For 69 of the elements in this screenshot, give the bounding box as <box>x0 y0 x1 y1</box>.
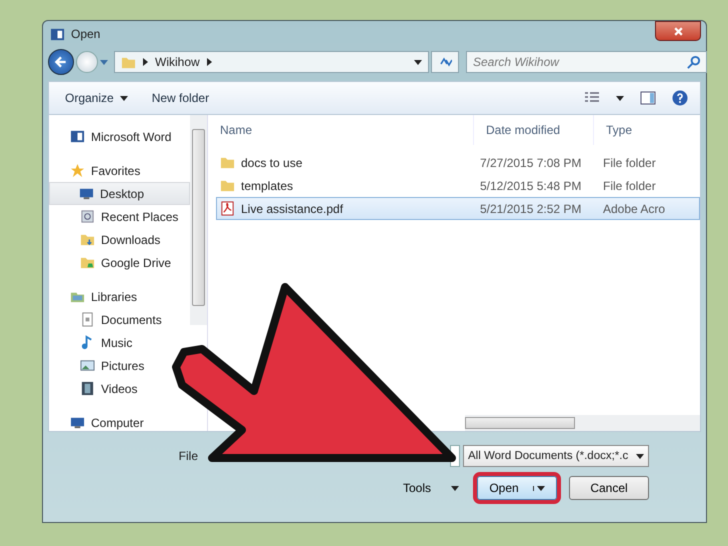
document-icon <box>50 26 65 42</box>
chevron-icon <box>206 58 212 66</box>
file-row[interactable]: Live assistance.pdf 5/21/2015 2:52 PM Adobe Acro <box>216 197 700 220</box>
search-field[interactable]: Search Wikihow <box>466 51 707 73</box>
file-row[interactable]: docs to use 7/27/2015 7:08 PM File folder <box>216 151 700 174</box>
date-cell-text: 7/27/2015 7:08 PM <box>479 156 582 170</box>
column-header[interactable]: Type <box>593 115 700 145</box>
folder-icon <box>80 232 95 247</box>
monitor-icon <box>70 415 85 430</box>
folder-icon <box>220 155 235 170</box>
dropdown-arrow-icon <box>532 486 545 490</box>
date-cell-text: 5/21/2015 2:52 PM <box>479 202 582 216</box>
picture-icon <box>80 358 95 373</box>
refresh-icon <box>438 55 452 69</box>
type-cell-text: Adobe Acro <box>602 202 666 216</box>
folder-icon <box>220 178 235 193</box>
type-cell-text: File folder <box>602 178 657 192</box>
sidebar-item[interactable]: Microsoft Word <box>69 125 174 148</box>
window-title: Open <box>71 27 100 41</box>
pdf-icon <box>220 201 235 216</box>
scrollbar[interactable] <box>465 415 700 431</box>
star-icon <box>70 163 85 178</box>
recent-places-icon <box>80 209 95 224</box>
scrollbar[interactable] <box>190 115 207 325</box>
date-cell-text: 5/12/2015 5:48 PM <box>479 178 582 192</box>
address-bar[interactable]: Wikihow <box>114 51 429 73</box>
cancel-button[interactable]: Cancel <box>569 476 649 500</box>
column-header[interactable]: Date modified <box>473 115 593 145</box>
sidebar-item[interactable]: Recent Places <box>79 205 182 228</box>
file-name: docs to use <box>241 156 302 170</box>
sidebar-item[interactable]: Downloads <box>79 228 164 251</box>
sidebar-item[interactable]: Videos <box>79 377 140 400</box>
file-row[interactable]: templates 5/12/2015 5:48 PM File folder <box>216 174 700 197</box>
tools-menu[interactable]: Tools <box>396 480 465 496</box>
close-icon <box>672 26 684 36</box>
dropdown-arrow-icon <box>120 96 128 100</box>
folder-icon <box>80 255 95 270</box>
sidebar-item[interactable]: Music <box>79 331 136 354</box>
sidebar-item[interactable]: Computer <box>69 411 147 434</box>
preview-pane-icon[interactable] <box>640 90 656 106</box>
chevron-icon <box>143 58 148 66</box>
sidebar-item[interactable]: Documents <box>79 308 165 331</box>
toolbar-button[interactable]: New folder <box>148 89 214 107</box>
document-icon <box>80 312 95 327</box>
help-icon[interactable] <box>672 90 688 106</box>
left-arrow-icon <box>54 55 68 69</box>
close-button[interactable] <box>655 21 701 41</box>
type-cell-text: File folder <box>602 156 657 170</box>
column-header[interactable]: Name <box>208 115 473 145</box>
sidebar-item[interactable]: Pictures <box>79 354 148 377</box>
file-type-dropdown[interactable]: All Word Documents (*.docx;*.c <box>463 445 649 467</box>
sidebar-item[interactable]: Desktop <box>49 182 190 205</box>
film-icon <box>80 381 95 396</box>
refresh-button[interactable] <box>431 51 459 73</box>
monitor-icon <box>79 186 94 201</box>
dropdown-arrow-icon <box>636 454 644 458</box>
dropdown-arrow-icon[interactable] <box>616 96 624 100</box>
document-icon <box>70 129 85 144</box>
dropdown-arrow-icon <box>451 486 459 490</box>
sidebar-item[interactable]: Favorites <box>69 159 144 182</box>
dropdown-arrow-icon <box>414 60 422 64</box>
toolbar-button[interactable]: Organize <box>61 89 132 107</box>
path-segment[interactable]: Wikihow <box>155 55 200 69</box>
sidebar-item[interactable]: Libraries <box>69 285 140 308</box>
sidebar-item[interactable]: Google Drive <box>79 251 174 274</box>
back-button[interactable] <box>48 49 74 75</box>
file-name: Live assistance.pdf <box>241 202 344 216</box>
file-name-label: File <box>178 449 198 463</box>
file-name: templates <box>241 178 294 192</box>
